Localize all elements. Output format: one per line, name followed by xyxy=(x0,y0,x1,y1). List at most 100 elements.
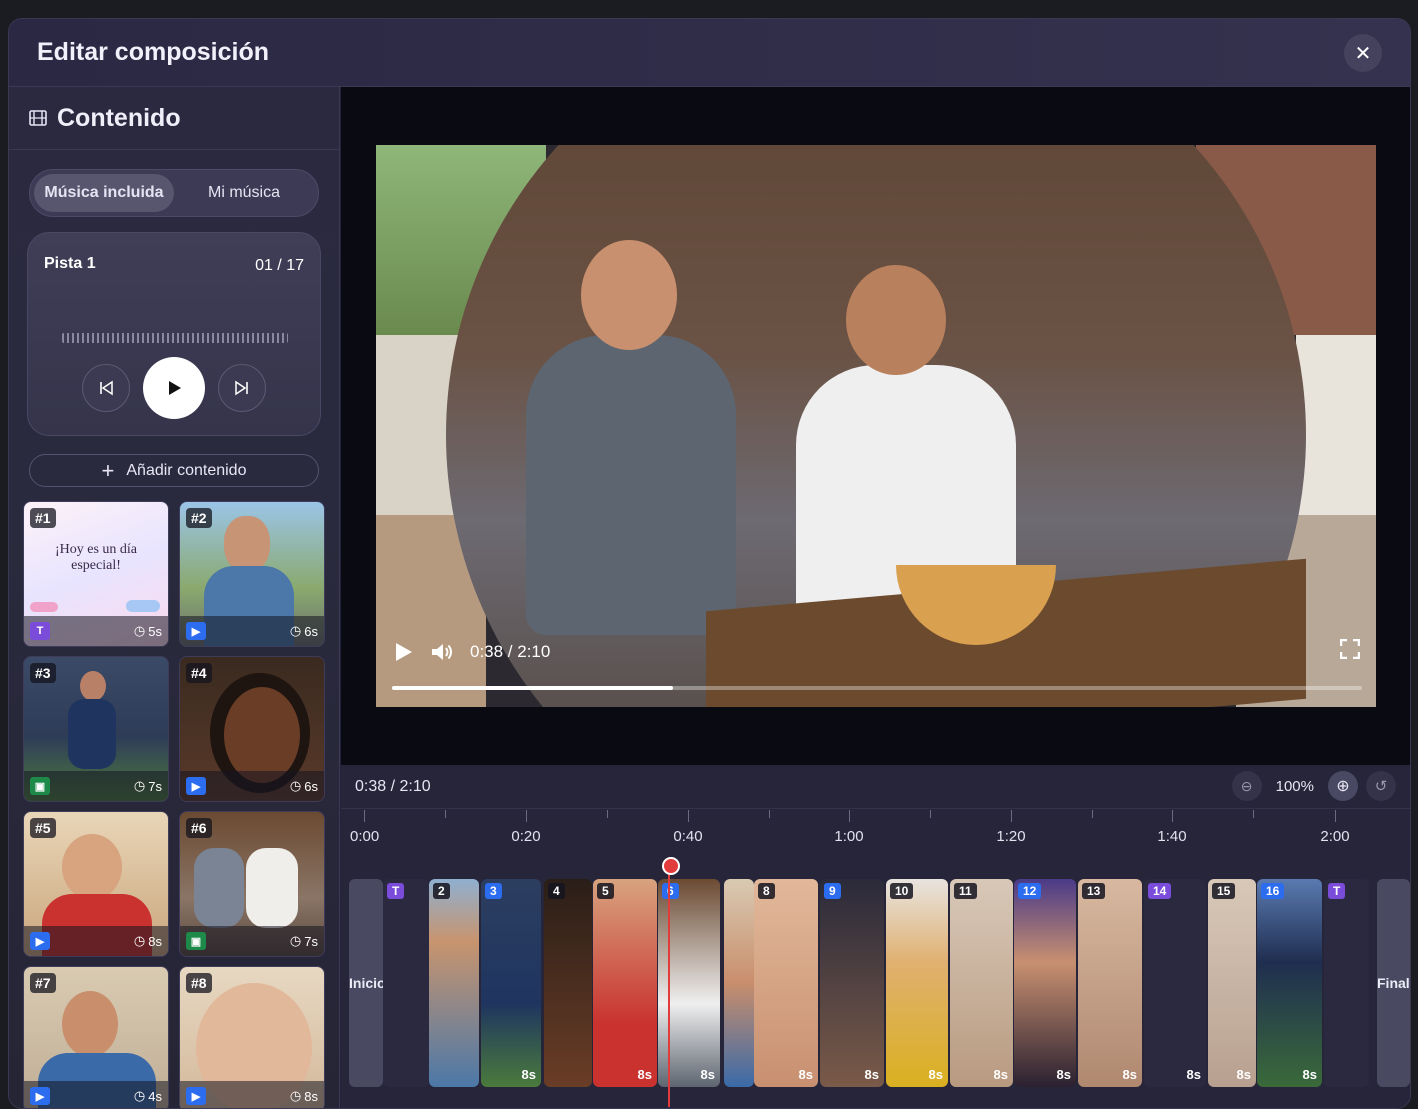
clock-icon: ◷ xyxy=(133,623,146,638)
add-content-button[interactable]: + Añadir contenido xyxy=(29,454,319,487)
waveform[interactable] xyxy=(62,333,288,343)
clip-number: 8 xyxy=(758,883,775,899)
clock-icon: ◷ xyxy=(289,623,302,638)
item-duration: 5s xyxy=(148,623,162,639)
video-type-icon: ▶ xyxy=(186,777,206,795)
video-progress-bar[interactable] xyxy=(392,686,1362,690)
close-icon: ✕ xyxy=(1354,42,1372,65)
video-type-icon: ▶ xyxy=(186,622,206,640)
zoom-out-icon: ⊖ xyxy=(1240,777,1253,794)
content-item-3[interactable]: #3 ▣ ◷ 7s xyxy=(23,656,169,802)
clip-duration: 8s xyxy=(700,1067,715,1082)
fullscreen-icon[interactable] xyxy=(1340,639,1360,659)
clip-duration: 8s xyxy=(864,1067,879,1082)
playhead[interactable] xyxy=(662,857,680,1107)
content-item-4[interactable]: #4 ▶ ◷ 6s xyxy=(179,656,325,802)
ruler-minor-tick xyxy=(1092,810,1093,818)
timeline-clip[interactable]: 9 8s xyxy=(820,879,884,1087)
timeline-clip[interactable]: 10 8s xyxy=(886,879,948,1087)
timeline-clip[interactable]: 3 8s xyxy=(481,879,541,1087)
clip-duration: 8s xyxy=(637,1067,652,1082)
edit-composition-modal: Editar composición ✕ Contenido Música in… xyxy=(8,18,1411,1109)
clip-duration: 8s xyxy=(798,1067,813,1082)
timeline-clip[interactable]: 2 xyxy=(429,879,479,1087)
volume-icon[interactable] xyxy=(430,641,454,663)
reset-icon: ↺ xyxy=(1374,778,1388,795)
clock-icon: ◷ xyxy=(133,778,146,793)
tab-included-music[interactable]: Música incluida xyxy=(34,174,174,212)
clock-icon: ◷ xyxy=(289,933,302,948)
preview-area: 0:38 / 2:10 xyxy=(341,87,1410,765)
ruler-tick xyxy=(526,810,527,822)
close-button[interactable]: ✕ xyxy=(1344,34,1382,72)
content-item-5[interactable]: #5 ▶ ◷ 8s xyxy=(23,811,169,957)
clip-number: 9 xyxy=(824,883,841,899)
clip-number: 2 xyxy=(433,883,450,899)
ruler-minor-tick xyxy=(930,810,931,818)
timeline-clip[interactable]: 11 8s xyxy=(950,879,1013,1087)
timeline-clip[interactable]: 12 8s xyxy=(1014,879,1076,1087)
content-sidebar: Contenido Música incluida Mi música Pist… xyxy=(9,87,340,1108)
zoom-in-button[interactable]: ⊕ xyxy=(1328,771,1358,801)
zoom-out-button[interactable]: ⊖ xyxy=(1231,771,1262,801)
item-duration: 8s xyxy=(304,1088,318,1104)
item-footer: ▶ ◷ 6s xyxy=(180,771,324,801)
timeline-clip[interactable]: 13 8s xyxy=(1078,879,1142,1087)
content-item-2[interactable]: #2 ▶ ◷ 6s xyxy=(179,501,325,647)
item-tag: #7 xyxy=(30,973,56,993)
image-type-icon: ▣ xyxy=(186,932,206,950)
clip-number: 3 xyxy=(485,883,502,899)
previous-track-button[interactable] xyxy=(82,364,130,412)
timeline-clip[interactable]: 15 8s xyxy=(1208,879,1256,1087)
item-footer: ▶ ◷ 8s xyxy=(24,926,168,956)
clock-icon: ◷ xyxy=(133,933,146,948)
clock-icon: ◷ xyxy=(289,1088,302,1103)
timeline-panel: 0:38 / 2:10 ⊖ 100% ⊕ ↺ 0:00 0:20 0:40 1:00 1… xyxy=(341,765,1410,1108)
timeline-clip[interactable]: 4 xyxy=(544,879,592,1087)
content-item-6[interactable]: #6 ▣ ◷ 7s xyxy=(179,811,325,957)
timeline-clip[interactable]: T xyxy=(383,879,429,1087)
timeline-clip[interactable]: 8 8s xyxy=(754,879,818,1087)
item-footer: T ◷ 5s xyxy=(24,616,168,646)
play-icon[interactable] xyxy=(392,641,414,663)
clip-duration: 8s xyxy=(1186,1067,1201,1082)
ruler-tick xyxy=(364,810,365,822)
track-counter: 01 / 17 xyxy=(255,257,304,274)
item-footer: ▣ ◷ 7s xyxy=(24,771,168,801)
timeline-clip[interactable]: T xyxy=(1324,879,1369,1087)
timeline-clip[interactable] xyxy=(724,879,754,1087)
ruler-minor-tick xyxy=(769,810,770,818)
ruler-label: 0:40 xyxy=(673,828,703,845)
item-duration: 8s xyxy=(148,933,162,949)
timeline-end: Final xyxy=(1377,879,1410,1087)
item-duration: 6s xyxy=(304,778,318,794)
play-icon xyxy=(169,381,181,395)
content-item-1[interactable]: ¡Hoy es un día especial! #1 T ◷ 5s xyxy=(23,501,169,647)
timeline-clip[interactable]: 5 8s xyxy=(593,879,657,1087)
ruler-label: 1:20 xyxy=(996,828,1026,845)
video-preview[interactable]: 0:38 / 2:10 xyxy=(376,145,1376,707)
content-item-7[interactable]: #7 ▶ ◷ 4s xyxy=(23,966,169,1108)
modal-title: Editar composición xyxy=(37,38,269,66)
clip-number: 10 xyxy=(890,883,914,899)
content-item-8[interactable]: #8 ▶ ◷ 8s xyxy=(179,966,325,1108)
timeline-ruler[interactable]: 0:00 0:20 0:40 1:00 1:20 1:40 2:00 xyxy=(341,810,1410,860)
tab-my-music[interactable]: Mi música xyxy=(174,174,314,212)
item-footer: ▣ ◷ 7s xyxy=(180,926,324,956)
skip-forward-icon xyxy=(235,380,248,396)
timeline-clip[interactable]: 16 8s xyxy=(1257,879,1322,1087)
play-music-button[interactable] xyxy=(143,357,205,419)
item-tag: #8 xyxy=(186,973,212,993)
item-footer: ▶ ◷ 4s xyxy=(24,1081,168,1108)
next-track-button[interactable] xyxy=(218,364,266,412)
timeline-clip[interactable]: 14 8s xyxy=(1144,879,1206,1087)
clip-duration: 8s xyxy=(1056,1067,1071,1082)
clip-number: 15 xyxy=(1212,883,1236,899)
ruler-label: 2:00 xyxy=(1320,828,1350,845)
reset-zoom-button[interactable]: ↺ xyxy=(1366,771,1396,801)
text-type-icon: T xyxy=(30,622,50,640)
sidebar-title: Contenido xyxy=(57,103,181,132)
item-duration: 4s xyxy=(148,1088,162,1104)
clip-duration: 8s xyxy=(521,1067,536,1082)
clip-number: T xyxy=(387,883,405,899)
